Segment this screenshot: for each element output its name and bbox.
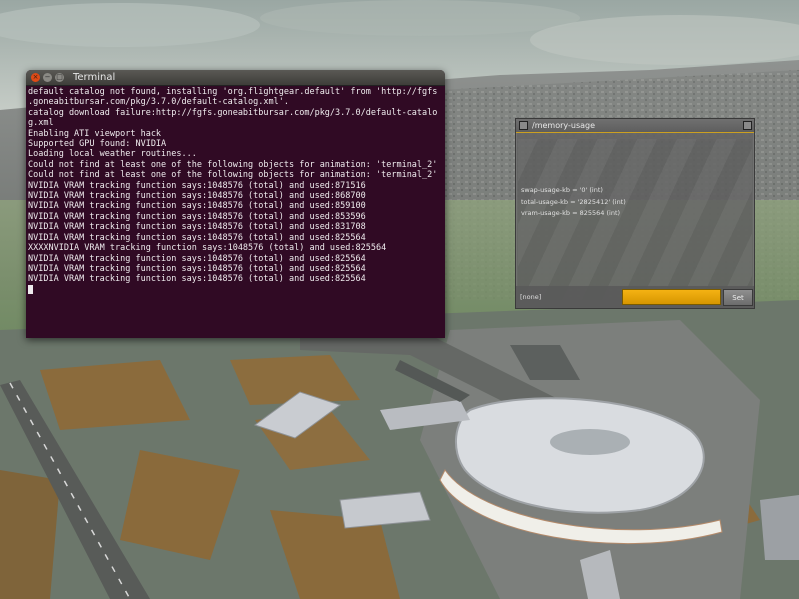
terminal-line: NVIDIA VRAM tracking function says:10485… (28, 211, 366, 222)
close-icon[interactable]: × (31, 73, 40, 82)
terminal-line: Supported GPU found: NVIDIA (28, 139, 167, 150)
terminal-line: Could not find at least one of the follo… (28, 159, 438, 170)
terminal-line: catalog download failure:http://fgfs.gon… (28, 107, 438, 118)
terminal-line: Loading local weather routines... (28, 149, 197, 160)
property-value-input[interactable] (622, 289, 721, 305)
terminal-line: g.xml (28, 118, 54, 129)
terminal-line: NVIDIA VRAM tracking function says:10485… (28, 253, 366, 264)
memory-usage-dialog[interactable]: /memory-usage swap-usage-kb = '0' (int) … (515, 118, 755, 309)
terminal-window[interactable]: × − □ Terminal default catalog not found… (26, 70, 445, 338)
dialog-titlebar[interactable]: /memory-usage (516, 119, 754, 133)
maximize-icon[interactable]: □ (55, 73, 64, 82)
dialog-footer: [none] Set (516, 286, 754, 308)
terminal-line: Enabling ATI viewport hack (28, 128, 162, 139)
terminal-cursor (28, 284, 33, 294)
terminal-line: default catalog not found, installing 'o… (28, 87, 438, 97)
property-vram-usage[interactable]: vram-usage-kb = 825564 (int) (521, 208, 626, 220)
property-list-panel[interactable]: swap-usage-kb = '0' (int) total-usage-kb… (518, 139, 752, 300)
terminal-line: .goneabitbursar.com/pkg/3.7.0/default-ca… (28, 97, 289, 108)
property-swap-usage[interactable]: swap-usage-kb = '0' (int) (521, 185, 626, 197)
terminal-title: Terminal (73, 72, 116, 83)
terminal-titlebar[interactable]: × − □ Terminal (26, 70, 445, 86)
terminal-line: NVIDIA VRAM tracking function says:10485… (28, 201, 366, 212)
terminal-line: NVIDIA VRAM tracking function says:10485… (28, 222, 366, 233)
minimize-icon[interactable]: − (43, 73, 52, 82)
terminal-line: NVIDIA VRAM tracking function says:10485… (28, 263, 366, 274)
dialog-close-icon[interactable] (519, 121, 528, 130)
property-total-usage[interactable]: total-usage-kb = '2825412' (int) (521, 197, 626, 209)
set-button[interactable]: Set (723, 289, 753, 306)
terminal-line: NVIDIA VRAM tracking function says:10485… (28, 180, 366, 191)
dialog-title: /memory-usage (532, 121, 596, 130)
terminal-output[interactable]: default catalog not found, installing 'o… (26, 86, 445, 297)
terminal-line: XXXXNVIDIA VRAM tracking function says:1… (28, 243, 387, 254)
terminal-line: NVIDIA VRAM tracking function says:10485… (28, 232, 366, 243)
terminal-line: NVIDIA VRAM tracking function says:10485… (28, 274, 366, 285)
selected-property-label: [none] (520, 293, 542, 301)
terminal-line: Could not find at least one of the follo… (28, 170, 438, 181)
terminal-line: NVIDIA VRAM tracking function says:10485… (28, 191, 366, 202)
dialog-toggle-icon[interactable] (743, 121, 752, 130)
